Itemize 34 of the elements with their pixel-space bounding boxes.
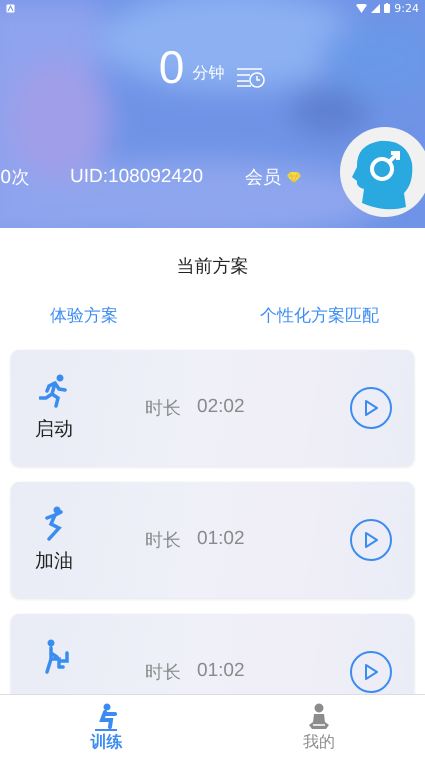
history-icon[interactable] [236,66,266,88]
play-button[interactable] [350,387,392,429]
section-title: 当前方案 [176,256,248,277]
plan-card[interactable]: 时长 01:02 [11,614,414,694]
battery-icon [384,3,390,13]
clock-time: 9:24 [394,2,419,14]
plan-card[interactable]: 启动 时长 02:02 [11,350,414,466]
avatar-icon[interactable] [340,127,425,217]
nav-tab[interactable]: 训练 [0,695,212,761]
user-id: UID:108092420 [70,166,204,188]
member-label: 会员 [245,166,281,189]
minutes-unit: 分钟 [192,63,224,84]
duration-label: 时长 [145,661,181,684]
duration-value: 01:02 [197,660,245,683]
duration-value: 01:02 [197,528,245,551]
plan-link[interactable]: 个性化方案匹配 [260,304,379,327]
play-icon [364,532,378,548]
duration-label: 时长 [145,397,181,420]
squat-figure-icon [93,703,120,731]
session-count: 0次 [0,166,30,189]
play-icon [364,664,378,680]
play-icon [364,400,378,416]
wifi-icon [356,4,368,12]
minutes-value: 0 [158,42,184,92]
plan-link[interactable]: 体验方案 [50,304,118,327]
signal-icon [371,4,380,12]
plan-card[interactable]: 加油 时长 01:02 [11,482,414,598]
play-button[interactable] [350,519,392,561]
duration-value: 02:02 [197,396,245,419]
diamond-icon [287,172,301,182]
nav-tab[interactable]: 我的 [212,695,425,761]
duration-label: 时长 [145,529,181,552]
plan-name: 启动 [35,417,73,442]
plan-name: 加油 [35,549,73,574]
